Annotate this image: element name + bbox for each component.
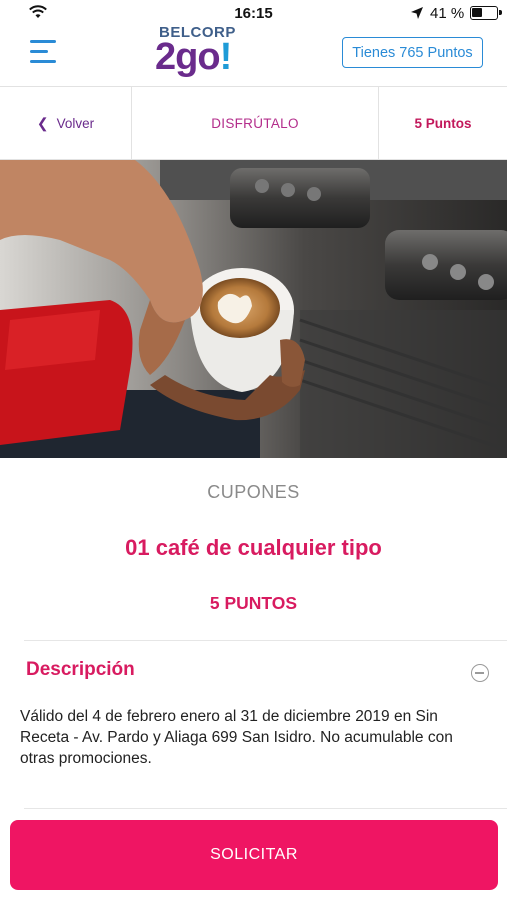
tab-disfrutalo[interactable]: DISFRÚTALO <box>132 87 379 159</box>
navigation-tabbar: ❮ Volver DISFRÚTALO 5 Puntos <box>0 86 507 160</box>
battery-percent: 41 % <box>430 5 465 22</box>
location-arrow-icon <box>411 7 423 19</box>
hamburger-menu-icon[interactable] <box>30 40 56 64</box>
section-kicker: CUPONES <box>207 482 300 502</box>
description-heading: Descripción <box>26 659 135 680</box>
belcorp-2go-logo: BELCORP 2go! <box>155 24 265 84</box>
back-label: Volver <box>56 115 95 131</box>
logo-text-main: 2go! <box>155 36 232 78</box>
coffee-hero-image <box>0 160 507 458</box>
divider <box>24 640 507 641</box>
back-button[interactable]: ❮ Volver <box>0 87 132 159</box>
battery-icon <box>470 6 502 20</box>
coupon-points: 5 PUNTOS <box>209 593 298 613</box>
chevron-left-icon: ❮ <box>36 114 49 131</box>
points-balance-button[interactable]: Tienes 765 Puntos <box>342 37 483 68</box>
coupon-title: 01 café de cualquier tipo <box>125 535 382 560</box>
tab-points[interactable]: 5 Puntos <box>379 87 507 159</box>
app-header: BELCORP 2go! Tienes 765 Puntos <box>0 24 507 86</box>
collapse-minus-icon[interactable] <box>471 664 489 682</box>
description-text: Válido del 4 de febrero enero al 31 de d… <box>20 708 453 767</box>
divider <box>24 808 507 809</box>
coffee-photo-illustration <box>0 160 507 458</box>
solicitar-button[interactable]: SOLICITAR <box>10 820 498 890</box>
